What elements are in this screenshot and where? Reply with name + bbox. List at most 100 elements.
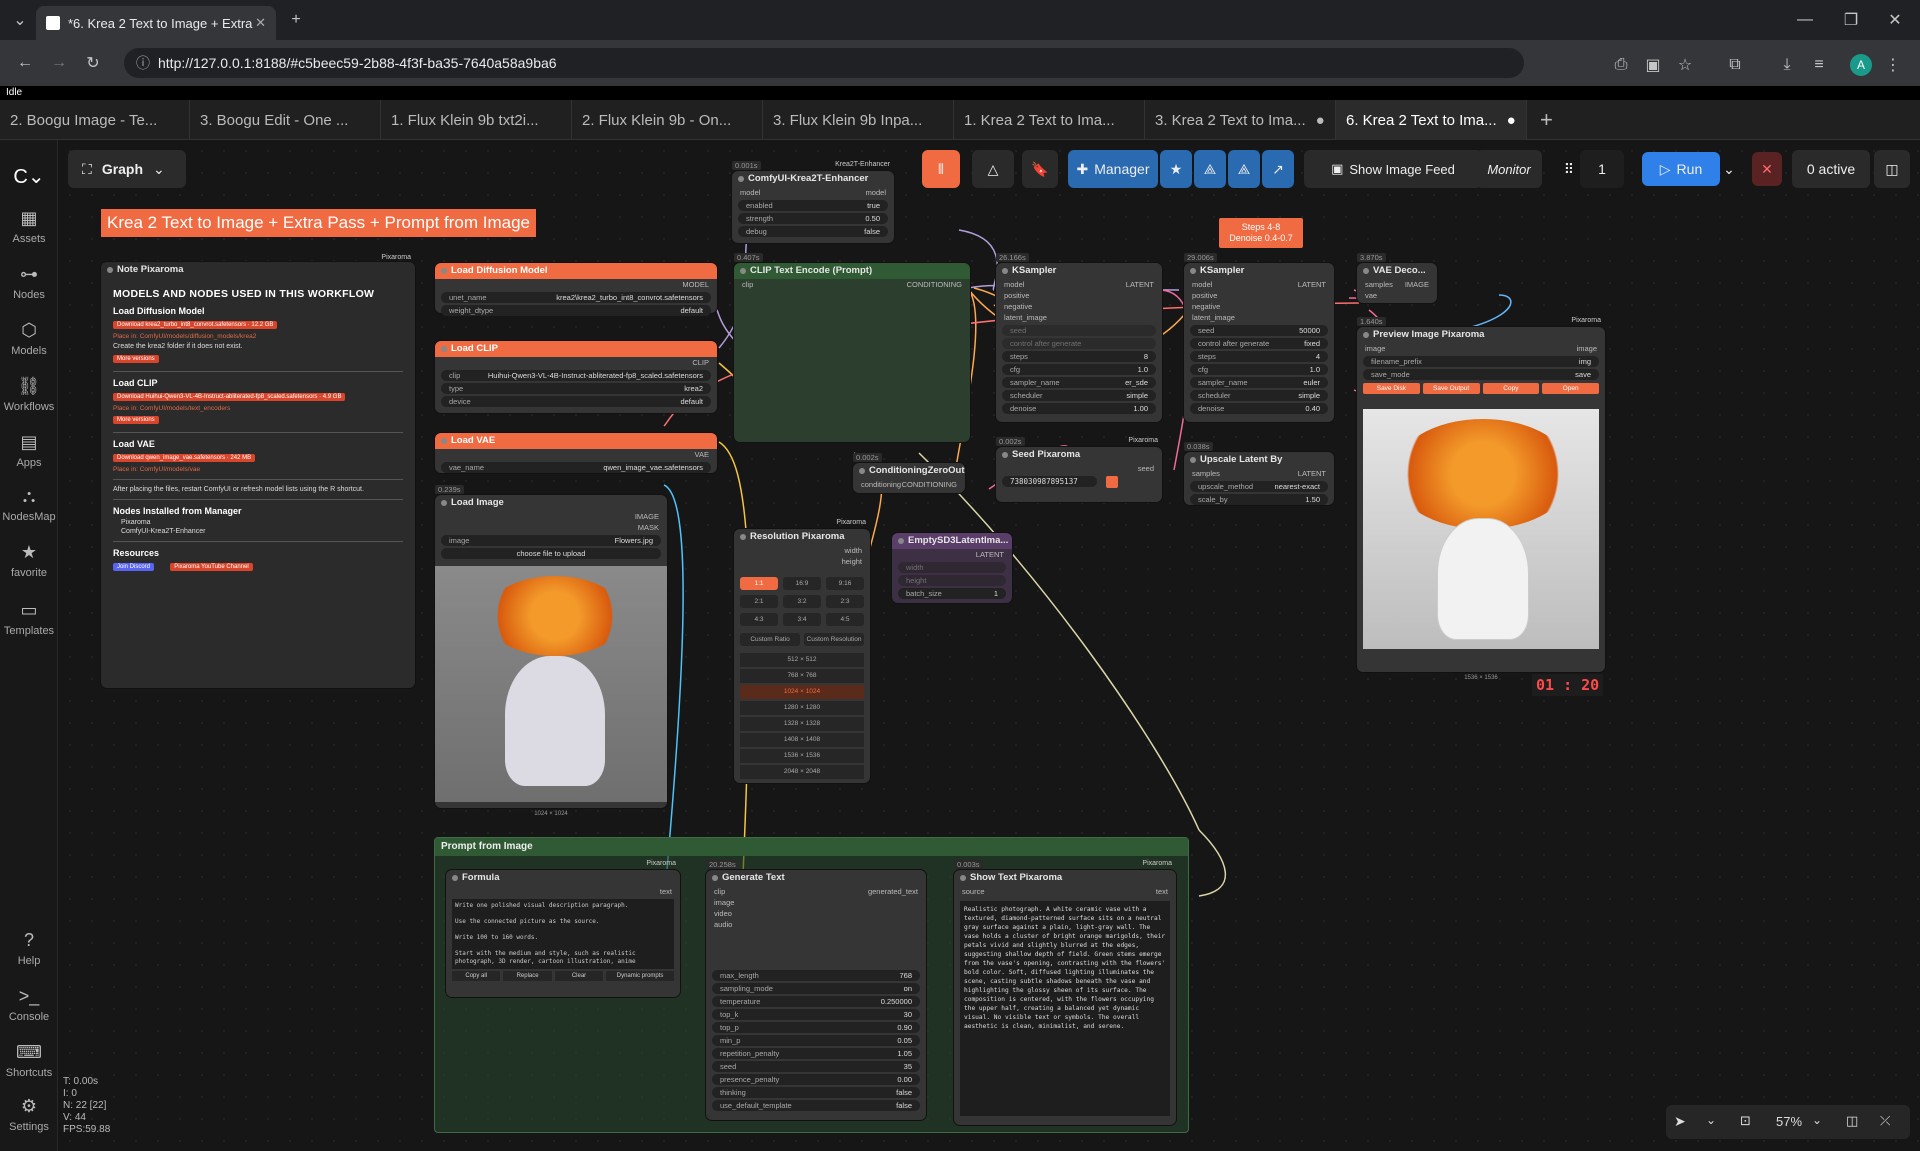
save-disk-button[interactable]: Save Disk bbox=[1363, 383, 1420, 394]
bookmark-icon[interactable]: 🔖 bbox=[1022, 150, 1058, 188]
sidebar-item-apps[interactable]: ▤ Apps bbox=[0, 432, 58, 469]
height-widget[interactable]: height bbox=[898, 575, 1006, 586]
cancel-run-button[interactable]: ✕ bbox=[1752, 152, 1782, 186]
enabled-toggle[interactable]: enabled true bbox=[738, 200, 888, 211]
cfg-widget[interactable]: cfg 1.0 bbox=[1190, 364, 1328, 375]
profile-avatar[interactable]: A bbox=[1850, 54, 1872, 76]
param-widget[interactable]: use_default_template false bbox=[712, 1100, 920, 1111]
tab-search-icon[interactable]: ⌄ bbox=[8, 8, 32, 32]
param-widget[interactable]: top_p 0.90 bbox=[712, 1022, 920, 1033]
io-slots[interactable]: model model bbox=[732, 187, 894, 198]
io-slots[interactable]: samples LATENT bbox=[1184, 468, 1334, 479]
node-load-clip[interactable]: Load CLIP CLIP clip Huihui-Qwen3-VL-4B-In… bbox=[435, 341, 717, 413]
node-conditioning-zero-out[interactable]: ConditioningZeroOut conditioning CONDITIO… bbox=[853, 463, 965, 493]
weight-dtype-widget[interactable]: weight_dtype default bbox=[441, 305, 711, 316]
chevron-down-icon[interactable]: ⌄ bbox=[1706, 1113, 1716, 1127]
back-icon[interactable]: ← bbox=[12, 50, 38, 76]
param-widget[interactable]: max_length 768 bbox=[712, 970, 920, 981]
output-slot[interactable]: MASK bbox=[435, 522, 667, 533]
output-slot[interactable]: IMAGE bbox=[435, 511, 667, 522]
minimap-icon[interactable]: ◫ bbox=[1846, 1113, 1858, 1129]
input-slot[interactable]: latent_image bbox=[996, 312, 1162, 323]
share-icon[interactable]: ↗ bbox=[1262, 150, 1294, 188]
chevron-down-icon[interactable]: ⌄ bbox=[1812, 1113, 1822, 1127]
ratio-button[interactable]: 2:1 bbox=[740, 595, 778, 608]
input-slot[interactable]: image bbox=[706, 897, 926, 908]
ratio-button[interactable]: 2:3 bbox=[826, 595, 864, 608]
monitor-button[interactable]: Monitor bbox=[1476, 150, 1542, 188]
node-preview-image-pixaroma[interactable]: Pixaroma Preview Image Pixaroma image ima… bbox=[1357, 317, 1605, 681]
download-link[interactable]: Download qwen_image_vae.safetensors · 24… bbox=[113, 454, 256, 462]
sidebar-item-assets[interactable]: ▦ Assets bbox=[0, 208, 58, 245]
workflow-tab[interactable]: 2. Boogu Image - Te... bbox=[0, 100, 190, 140]
forward-icon[interactable]: → bbox=[46, 50, 72, 76]
batch-size-widget[interactable]: batch_size 1 bbox=[898, 588, 1006, 599]
upload-button[interactable]: choose file to upload bbox=[441, 548, 661, 559]
graph-breadcrumb[interactable]: ⛶ Graph ⌄ bbox=[68, 150, 186, 188]
download-link[interactable]: Download Huihui-Qwen3-VL-4B-Instruct-abl… bbox=[113, 393, 346, 401]
ratio-button[interactable]: 4:3 bbox=[740, 613, 778, 626]
sampler-widget[interactable]: sampler_name euler bbox=[1190, 377, 1328, 388]
control-after-generate-widget[interactable]: control after generate bbox=[1002, 338, 1156, 349]
node-seed-pixaroma[interactable]: Pixaroma Seed Pixaroma seed 738030987895… bbox=[996, 437, 1162, 502]
resolution-option[interactable]: 1408 × 1408 bbox=[740, 733, 864, 747]
workflow-tab[interactable]: 3. Flux Klein 9b Inpa... bbox=[763, 100, 954, 140]
youtube-button[interactable]: Pixaroma YouTube Channel bbox=[170, 563, 253, 571]
strength-widget[interactable]: strength 0.50 bbox=[738, 213, 888, 224]
input-slot[interactable]: latent_image bbox=[1184, 312, 1334, 323]
note-pixaroma[interactable]: Note Pixaroma Pixaroma MODELS AND NODES … bbox=[101, 254, 415, 688]
device-widget[interactable]: device default bbox=[441, 396, 711, 407]
resolution-option[interactable]: 1328 × 1328 bbox=[740, 717, 864, 731]
workflow-tab[interactable]: 1. Flux Klein 9b txt2i... bbox=[381, 100, 572, 140]
io-slots[interactable]: conditioning CONDITIONING bbox=[853, 479, 965, 490]
denoise-widget[interactable]: denoise 0.40 bbox=[1190, 403, 1328, 414]
vae-name-widget[interactable]: vae_name qwen_image_vae.safetensors bbox=[441, 462, 711, 473]
ratio-button[interactable]: 3:4 bbox=[783, 613, 821, 626]
ratio-button[interactable]: 16:9 bbox=[783, 577, 821, 590]
param-widget[interactable]: sampling_mode on bbox=[712, 983, 920, 994]
tool-icon[interactable]: ⟁ bbox=[1228, 150, 1260, 188]
graph-canvas[interactable]: Krea 2 Text to Image + Extra Pass + Prom… bbox=[59, 140, 1920, 1151]
node-empty-sd3-latent[interactable]: EmptySD3LatentIma... LATENT width height… bbox=[892, 533, 1012, 603]
browser-tab[interactable]: *6. Krea 2 Text to Image + Extra ✕ bbox=[36, 6, 276, 40]
new-workflow-tab-icon[interactable]: + bbox=[1530, 100, 1566, 140]
copy-button[interactable]: Copy bbox=[1482, 383, 1540, 394]
custom-ratio-button[interactable]: Custom Ratio bbox=[740, 633, 800, 646]
more-versions-button[interactable]: More versions bbox=[113, 416, 159, 424]
scheduler-widget[interactable]: scheduler simple bbox=[1190, 390, 1328, 401]
discord-button[interactable]: Join Discord bbox=[113, 563, 155, 571]
input-slot[interactable]: negative bbox=[996, 301, 1162, 312]
sidebar-item-templates[interactable]: ▭ Templates bbox=[0, 600, 58, 637]
input-slot[interactable]: negative bbox=[1184, 301, 1334, 312]
clear-button[interactable]: Clear bbox=[554, 971, 604, 981]
param-widget[interactable]: seed 35 bbox=[712, 1061, 920, 1072]
output-slot[interactable]: MODEL bbox=[435, 279, 717, 290]
ratio-button[interactable]: 9:16 bbox=[826, 577, 864, 590]
tool-icon[interactable]: ⟁ bbox=[1194, 150, 1226, 188]
node-show-text-pixaroma[interactable]: Pixaroma Show Text Pixaroma source text R… bbox=[954, 860, 1176, 1125]
param-widget[interactable]: thinking false bbox=[712, 1087, 920, 1098]
show-image-feed-button[interactable]: ▣ Show Image Feed bbox=[1304, 150, 1482, 188]
resolution-option[interactable]: 1280 × 1280 bbox=[740, 701, 864, 715]
ratio-button[interactable]: 3:2 bbox=[783, 595, 821, 608]
seed-randomize-button[interactable] bbox=[1105, 475, 1118, 488]
pixaroma-button[interactable]: ⫴ bbox=[922, 150, 960, 188]
minimize-icon[interactable]: — bbox=[1790, 8, 1820, 32]
custom-resolution-button[interactable]: Custom Resolution bbox=[804, 633, 864, 646]
seed-widget[interactable]: seed 50000 bbox=[1190, 325, 1328, 336]
toggle-panel-icon[interactable]: ◫ bbox=[1874, 150, 1910, 188]
type-widget[interactable]: type krea2 bbox=[441, 383, 711, 394]
scheduler-widget[interactable]: scheduler simple bbox=[1002, 390, 1156, 401]
param-widget[interactable]: repetition_penalty 1.05 bbox=[712, 1048, 920, 1059]
input-slot[interactable]: video bbox=[706, 908, 926, 919]
sidebar-item-shortcuts[interactable]: ⌨ Shortcuts bbox=[0, 1042, 58, 1079]
output-slot[interactable]: CLIP bbox=[435, 357, 717, 368]
scale-by-widget[interactable]: scale_by 1.50 bbox=[1190, 494, 1328, 505]
io-slots[interactable]: clip CONDITIONING bbox=[734, 279, 970, 290]
steps-widget[interactable]: steps 4 bbox=[1190, 351, 1328, 362]
debug-toggle[interactable]: debug false bbox=[738, 226, 888, 237]
workflow-tab[interactable]: 1. Krea 2 Text to Ima... bbox=[954, 100, 1145, 140]
close-window-icon[interactable]: ✕ bbox=[1880, 8, 1910, 32]
save-output-button[interactable]: Save Output bbox=[1422, 383, 1480, 394]
bookmark-star-icon[interactable]: ☆ bbox=[1674, 54, 1696, 76]
